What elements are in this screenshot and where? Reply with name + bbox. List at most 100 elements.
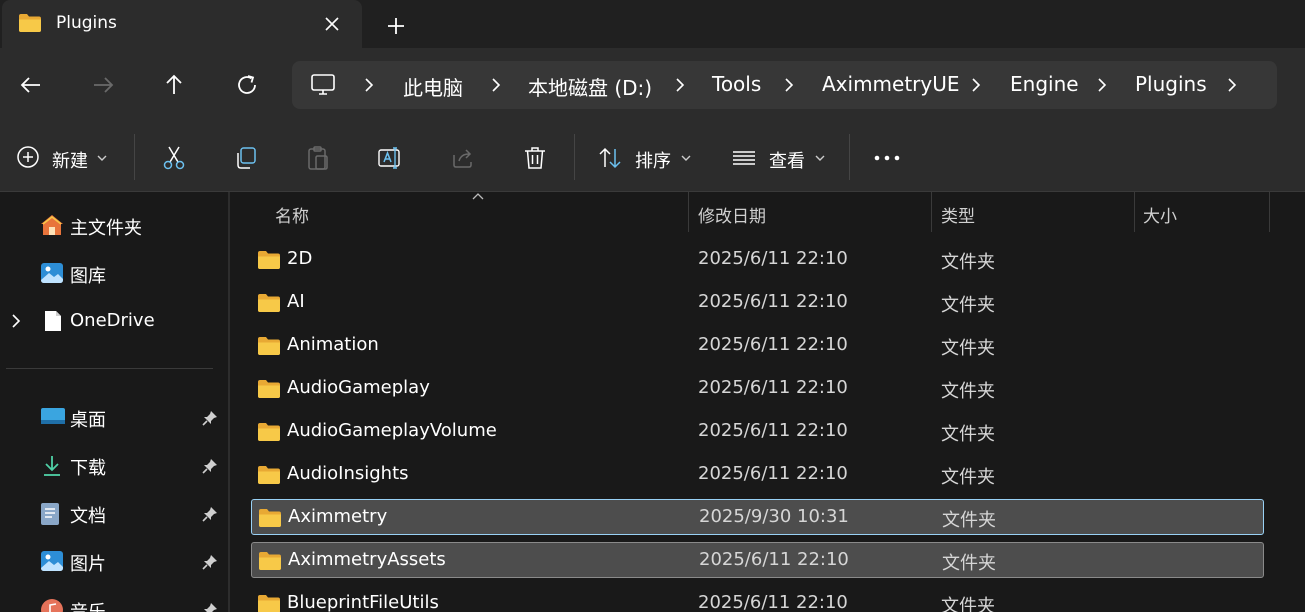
breadcrumb-item[interactable]: 本地磁盘 (D:) (528, 72, 652, 101)
chevron-right-icon[interactable] (362, 78, 376, 92)
toolbar-divider (134, 134, 135, 180)
table-row[interactable]: AudioInsights 2025/6/11 22:10 文件夹 (251, 457, 1264, 493)
title-bar: Plugins (0, 0, 1305, 48)
sidebar-divider (6, 368, 213, 369)
music-icon (40, 598, 64, 612)
rename-icon[interactable] (377, 145, 403, 171)
sort-icon[interactable] (597, 145, 623, 171)
file-type: 文件夹 (941, 467, 995, 488)
sidebar-item-label: 下载 (70, 458, 106, 479)
sort-button[interactable]: 排序 (635, 147, 671, 173)
file-list: 名称 修改日期 类型 大小 2D 2025/6/11 22:10 文件夹 AI … (230, 192, 1305, 612)
sidebar-item-pictures[interactable]: 图片 (0, 541, 228, 581)
column-header-modified[interactable]: 修改日期 (689, 192, 931, 233)
delete-icon[interactable] (522, 145, 548, 171)
column-header-label: 名称 (275, 207, 309, 227)
close-icon[interactable] (322, 14, 342, 34)
arrow-up-icon[interactable] (161, 72, 187, 98)
folder-icon (257, 465, 281, 485)
table-row-selected[interactable]: Aximmetry 2025/9/30 10:31 文件夹 (251, 499, 1264, 535)
share-icon[interactable] (450, 145, 476, 171)
file-name: 2D (287, 248, 313, 269)
folder-icon (257, 293, 281, 313)
view-button[interactable]: 查看 (769, 147, 805, 173)
more-options-icon[interactable] (874, 155, 902, 161)
breadcrumb-item[interactable]: AximmetryUE (822, 72, 960, 96)
pin-icon[interactable] (202, 602, 218, 612)
plus-icon[interactable] (384, 14, 408, 38)
pin-icon[interactable] (202, 410, 218, 426)
column-header-label: 类型 (941, 207, 975, 227)
table-row[interactable]: Animation 2025/6/11 22:10 文件夹 (251, 328, 1264, 364)
pin-icon[interactable] (202, 506, 218, 522)
chevron-right-icon[interactable] (782, 78, 796, 92)
chevron-right-icon[interactable] (10, 314, 22, 328)
sidebar-item-label: 桌面 (70, 410, 106, 431)
breadcrumb-item[interactable]: Engine (1010, 72, 1079, 96)
sidebar-item-home[interactable]: 主文件夹 (0, 205, 228, 245)
chevron-down-icon[interactable] (680, 154, 692, 162)
chevron-right-icon[interactable] (1095, 78, 1109, 92)
new-button[interactable]: 新建 (52, 147, 88, 173)
file-name: Animation (287, 334, 379, 355)
sidebar-item-music[interactable]: 音乐 (0, 589, 228, 612)
breadcrumb-item[interactable]: 此电脑 (403, 72, 463, 101)
chevron-right-icon[interactable] (1225, 78, 1239, 92)
new-plus-icon[interactable] (16, 145, 40, 169)
breadcrumb-item[interactable]: Plugins (1135, 72, 1207, 96)
table-row[interactable]: 2D 2025/6/11 22:10 文件夹 (251, 242, 1264, 278)
file-name: AximmetryAssets (288, 549, 446, 570)
column-header-label: 大小 (1143, 207, 1177, 227)
navigation-bar: 此电脑 本地磁盘 (D:) Tools AximmetryUE Engine P… (0, 48, 1305, 122)
chevron-down-icon[interactable] (96, 154, 108, 162)
file-name: AI (287, 291, 305, 312)
file-icon (44, 310, 62, 332)
file-type: 文件夹 (941, 252, 995, 273)
sidebar-item-label: 图片 (70, 554, 106, 575)
sidebar-item-label: 音乐 (70, 598, 106, 612)
chevron-down-icon[interactable] (814, 154, 826, 162)
paste-icon[interactable] (305, 145, 331, 171)
file-name: BlueprintFileUtils (287, 592, 439, 612)
chevron-right-icon[interactable] (489, 78, 503, 92)
sidebar-item-desktop[interactable]: 桌面 (0, 397, 228, 437)
file-modified: 2025/9/30 10:31 (699, 506, 849, 527)
sidebar-item-downloads[interactable]: 下载 (0, 445, 228, 485)
sidebar-item-documents[interactable]: 文档 (0, 493, 228, 533)
column-header-type[interactable]: 类型 (932, 192, 1134, 233)
pin-icon[interactable] (202, 554, 218, 570)
sidebar-item-gallery[interactable]: 图库 (0, 253, 228, 293)
arrow-left-icon[interactable] (18, 72, 44, 98)
table-row-selected[interactable]: AximmetryAssets 2025/6/11 22:10 文件夹 (251, 542, 1264, 578)
file-type: 文件夹 (941, 424, 995, 445)
pin-icon[interactable] (202, 458, 218, 474)
sidebar-item-label: 文档 (70, 506, 106, 527)
copy-icon[interactable] (233, 145, 259, 171)
sidebar-item-onedrive[interactable]: OneDrive (0, 301, 228, 341)
document-icon (40, 502, 60, 526)
column-divider[interactable] (1269, 192, 1270, 232)
table-row[interactable]: AI 2025/6/11 22:10 文件夹 (251, 285, 1264, 321)
table-row[interactable]: BlueprintFileUtils 2025/6/11 22:10 文件夹 (251, 586, 1264, 612)
cut-icon[interactable] (161, 145, 187, 171)
arrow-right-icon[interactable] (90, 72, 116, 98)
folder-icon (257, 250, 281, 270)
desktop-icon (40, 406, 66, 426)
file-type: 文件夹 (941, 295, 995, 316)
file-modified: 2025/6/11 22:10 (699, 549, 849, 570)
view-icon[interactable] (731, 145, 757, 171)
tab-plugins[interactable]: Plugins (2, 0, 362, 48)
table-row[interactable]: AudioGameplay 2025/6/11 22:10 文件夹 (251, 371, 1264, 407)
file-modified: 2025/6/11 22:10 (698, 420, 848, 441)
table-row[interactable]: AudioGameplayVolume 2025/6/11 22:10 文件夹 (251, 414, 1264, 450)
column-header-name[interactable]: 名称 (230, 192, 689, 233)
address-bar[interactable]: 此电脑 本地磁盘 (D:) Tools AximmetryUE Engine P… (292, 61, 1277, 109)
breadcrumb-item[interactable]: Tools (712, 72, 761, 96)
column-header-label: 修改日期 (698, 207, 766, 227)
chevron-right-icon[interactable] (969, 78, 983, 92)
sidebar-item-label: OneDrive (70, 310, 155, 331)
column-header-size[interactable]: 大小 (1135, 192, 1269, 233)
file-type: 文件夹 (941, 596, 995, 612)
chevron-right-icon[interactable] (673, 78, 687, 92)
refresh-icon[interactable] (234, 72, 260, 98)
